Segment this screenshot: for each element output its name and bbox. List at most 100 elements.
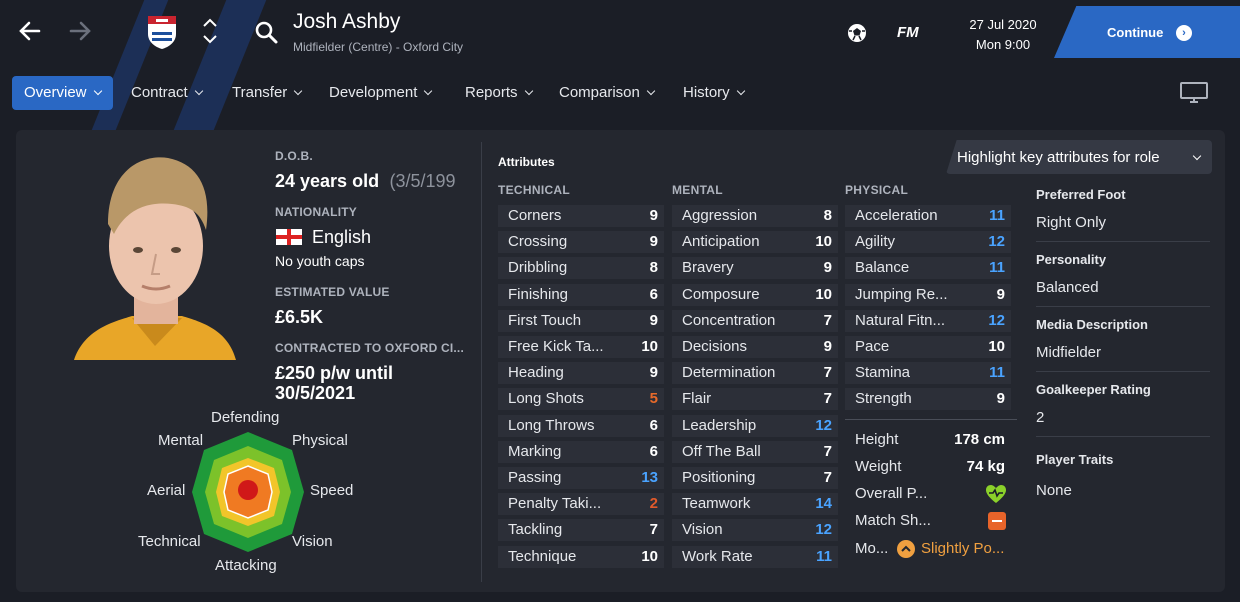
- chevron-down-icon[interactable]: [294, 86, 303, 96]
- attribute-name: Long Shots: [508, 390, 584, 408]
- tab-label[interactable]: Comparison: [559, 84, 640, 101]
- chevron-down-icon[interactable]: [424, 86, 433, 96]
- attribute-name: Concentration: [682, 311, 776, 329]
- attribute-row-technical[interactable]: Long Shots 5: [498, 388, 664, 411]
- side-divider: [1036, 306, 1210, 307]
- match-sharpness-row[interactable]: Match Sh...: [845, 509, 1011, 533]
- attribute-row-physical[interactable]: Stamina 11: [845, 362, 1011, 385]
- attribute-row-technical[interactable]: First Touch 9: [498, 309, 664, 332]
- previous-player-icon[interactable]: [200, 16, 220, 32]
- attribute-row-mental[interactable]: Leadership 12: [672, 414, 838, 437]
- highlight-dropdown-label[interactable]: Highlight key attributes for role: [957, 149, 1160, 166]
- contract-line2: 30/5/2021: [275, 383, 356, 403]
- chevron-down-icon[interactable]: [194, 86, 203, 96]
- radar-label-aerial: Aerial: [147, 482, 186, 499]
- attribute-row-physical[interactable]: Acceleration 11: [845, 205, 1011, 227]
- attribute-row-mental[interactable]: Concentration 7: [672, 309, 838, 332]
- next-player-icon[interactable]: [200, 32, 220, 48]
- attribute-row-technical[interactable]: Finishing 6: [498, 283, 664, 306]
- tab-label[interactable]: Reports: [465, 84, 518, 101]
- highlight-dropdown[interactable]: Highlight key attributes for role: [946, 140, 1212, 174]
- side-divider: [1036, 436, 1210, 437]
- attribute-row-technical[interactable]: Long Throws 6: [498, 414, 664, 437]
- tab-transfer[interactable]: Transfer: [232, 76, 303, 110]
- football-icon[interactable]: [846, 22, 868, 44]
- attribute-row-technical[interactable]: Technique 10: [498, 545, 664, 568]
- search-icon[interactable]: [254, 20, 280, 46]
- tab-label[interactable]: Overview: [24, 84, 87, 101]
- continue-label[interactable]: Continue: [1107, 25, 1163, 40]
- attribute-value: 10: [815, 233, 832, 251]
- attribute-row-mental[interactable]: Determination 7: [672, 362, 838, 385]
- attribute-name: Anticipation: [682, 233, 760, 251]
- nationality-label: NATIONALITY: [275, 205, 357, 219]
- tab-development[interactable]: Development: [329, 76, 433, 110]
- attribute-row-mental[interactable]: Work Rate 11: [672, 545, 838, 568]
- attribute-row-mental[interactable]: Composure 10: [672, 283, 838, 306]
- attribute-row-technical[interactable]: Marking 6: [498, 440, 664, 463]
- back-arrow-icon[interactable]: [16, 18, 44, 48]
- tab-comparison[interactable]: Comparison: [559, 76, 656, 110]
- tab-overview[interactable]: Overview: [12, 76, 113, 110]
- attribute-row-mental[interactable]: Aggression 8: [672, 205, 838, 227]
- attribute-row-mental[interactable]: Off The Ball 7: [672, 440, 838, 463]
- continue-arrow-icon[interactable]: ›: [1176, 25, 1192, 41]
- attribute-value: 12: [988, 233, 1005, 251]
- attribute-radar: [188, 428, 308, 556]
- attribute-row-technical[interactable]: Crossing 9: [498, 231, 664, 254]
- attribute-row-mental[interactable]: Anticipation 10: [672, 231, 838, 254]
- attribute-name: Free Kick Ta...: [508, 338, 604, 355]
- chevron-down-icon[interactable]: [646, 86, 656, 96]
- player-subtitle[interactable]: Midfielder (Centre) - Oxford City: [293, 40, 463, 54]
- tab-label[interactable]: History: [683, 84, 730, 101]
- personality-value: Balanced: [1036, 279, 1099, 296]
- attribute-row-mental[interactable]: Bravery 9: [672, 257, 838, 280]
- tab-label[interactable]: Development: [329, 84, 417, 101]
- overall-row[interactable]: Overall P...: [845, 482, 1011, 506]
- attribute-row-technical[interactable]: Corners 9: [498, 205, 664, 227]
- tab-history[interactable]: History: [683, 76, 745, 110]
- dob-value: (3/5/199: [389, 171, 456, 191]
- tab-label[interactable]: Transfer: [232, 84, 287, 101]
- forward-arrow-icon[interactable]: [66, 18, 94, 48]
- display-icon[interactable]: [1180, 82, 1208, 104]
- tab-reports[interactable]: Reports: [465, 76, 533, 110]
- fm-menu-button[interactable]: FM: [897, 24, 919, 41]
- nationality-value[interactable]: English: [312, 227, 371, 248]
- attribute-row-physical[interactable]: Agility 12: [845, 231, 1011, 254]
- attribute-row-mental[interactable]: Vision 12: [672, 519, 838, 542]
- attribute-row-physical[interactable]: Balance 11: [845, 257, 1011, 280]
- attribute-row-mental[interactable]: Positioning 7: [672, 467, 838, 489]
- attribute-value: 7: [823, 390, 832, 408]
- attribute-row-technical[interactable]: Heading 9: [498, 362, 664, 385]
- chevron-down-icon[interactable]: [1192, 151, 1202, 161]
- morale-row[interactable]: Mo... Slightly Po...: [845, 537, 1011, 561]
- attribute-row-mental[interactable]: Decisions 9: [672, 336, 838, 358]
- chevron-down-icon[interactable]: [524, 86, 533, 96]
- chevron-down-icon[interactable]: [736, 86, 745, 96]
- value-label: ESTIMATED VALUE: [275, 285, 390, 299]
- attribute-row-technical[interactable]: Free Kick Ta... 10: [498, 336, 664, 358]
- attribute-row-mental[interactable]: Flair 7: [672, 388, 838, 411]
- personality-label: Personality: [1036, 252, 1107, 267]
- heart-condition-icon: [985, 484, 1007, 504]
- attribute-row-technical[interactable]: Tackling 7: [498, 519, 664, 542]
- attribute-row-physical[interactable]: Natural Fitn... 12: [845, 309, 1011, 332]
- attribute-row-mental[interactable]: Teamwork 14: [672, 493, 838, 516]
- attribute-row-physical[interactable]: Strength 9: [845, 388, 1011, 411]
- attribute-row-technical[interactable]: Passing 13: [498, 467, 664, 489]
- attribute-row-physical[interactable]: Jumping Re... 9: [845, 283, 1011, 306]
- attribute-row-physical[interactable]: Pace 10: [845, 336, 1011, 358]
- attribute-row-technical[interactable]: Dribbling 8: [498, 257, 664, 280]
- attribute-name: Corners: [508, 207, 562, 224]
- chevron-down-icon[interactable]: [93, 86, 102, 96]
- tab-label[interactable]: Contract: [131, 84, 188, 101]
- attribute-value: 12: [988, 311, 1005, 329]
- attribute-name: Dribbling: [508, 259, 568, 277]
- tab-contract[interactable]: Contract: [131, 76, 203, 110]
- attribute-value: 6: [649, 442, 658, 460]
- club-crest-icon[interactable]: [142, 12, 182, 52]
- attribute-name: Finishing: [508, 285, 569, 303]
- attribute-row-technical[interactable]: Penalty Taki... 2: [498, 493, 664, 516]
- time-text: Mon 9:00: [975, 37, 1031, 52]
